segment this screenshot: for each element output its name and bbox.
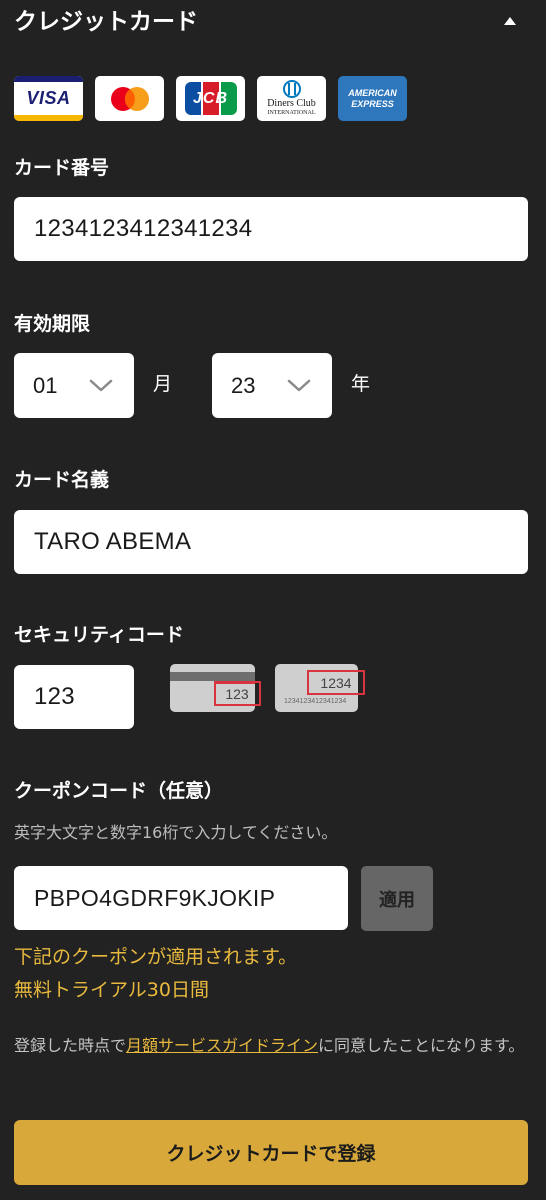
card-name-label: カード名義 [14,469,110,491]
expiry-year-select[interactable]: 23 [212,353,332,418]
card-number-label: カード番号 [14,157,110,179]
expiry-month-unit: 月 [153,373,173,395]
diners-club-logo: Diners Club INTERNATIONAL [257,76,326,121]
expiry-year-unit: 年 [351,373,371,395]
coupon-message-line1: 下記のクーポンが適用されます。 [14,946,298,968]
guideline-link[interactable]: 月額サービスガイドライン [126,1036,318,1055]
coupon-message-line2: 無料トライアル30日間 [14,979,209,1001]
card-number-input[interactable]: 1234123412341234 [14,197,528,261]
diners-club-logo-subtext: INTERNATIONAL [267,110,316,116]
amex-logo-subtext: EXPRESS [351,98,394,109]
collapse-caret-icon[interactable] [497,8,523,34]
security-code-input[interactable]: 123 [14,665,134,729]
mastercard-logo [95,76,164,121]
mastercard-circles-icon [110,86,149,111]
security-code-label: セキュリティコード [14,624,184,646]
visa-logo: VISA [14,76,83,121]
visa-logo-text: VISA [26,88,71,108]
expiry-month-value: 01 [33,372,58,398]
amex-logo-text: AMERICAN [348,87,397,98]
card-front-code: 1234 [320,674,352,691]
card-front-number: 1234123412341234 [284,698,347,705]
register-credit-card-button[interactable]: クレジットカードで登録 [14,1120,528,1185]
diners-club-emblem-icon [282,80,301,98]
card-front-highlight: 1234 [307,670,365,695]
card-name-input[interactable]: TARO ABEMA [14,510,528,574]
terms-text: 登録した時点で月額サービスガイドラインに同意したことになります。 [14,1031,534,1060]
section-title: クレジットカード [14,9,198,35]
coupon-input[interactable]: PBPO4GDRF9KJOKIP [14,866,348,930]
diners-club-logo-text: Diners Club [267,98,316,109]
chevron-down-icon [89,379,113,392]
coupon-hint: 英字大文字と数字16桁で入力してください。 [14,823,338,842]
card-back-highlight [214,681,261,706]
chevron-down-icon [287,379,311,392]
coupon-label: クーポンコード（任意） [14,780,224,802]
expiry-month-select[interactable]: 01 [14,353,134,418]
expiry-label: 有効期限 [14,313,91,335]
terms-prefix: 登録した時点で [14,1036,127,1055]
expiry-year-value: 23 [231,372,256,398]
apply-coupon-button[interactable]: 適用 [361,866,433,931]
jcb-logo: JCB [176,76,245,121]
terms-suffix: に同意したことになります。 [318,1036,525,1055]
american-express-logo: AMERICAN EXPRESS [338,76,407,121]
jcb-logo-text: JCB [192,89,228,107]
